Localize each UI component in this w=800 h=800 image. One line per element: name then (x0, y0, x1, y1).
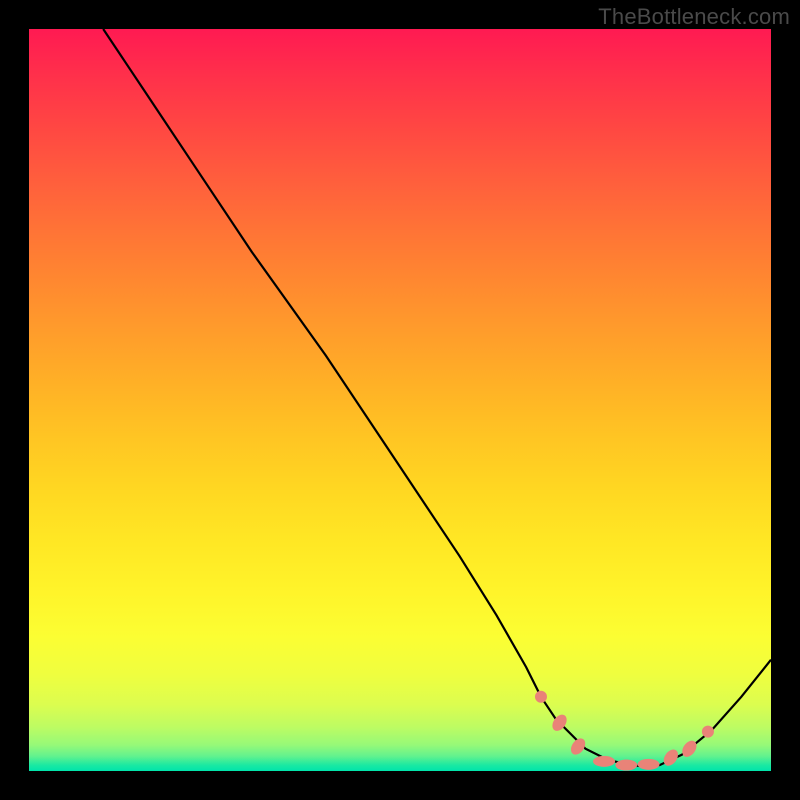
marker-point (679, 738, 699, 760)
curve-markers (535, 691, 714, 771)
curve-line (103, 29, 771, 767)
marker-point (702, 726, 714, 738)
marker-point (615, 760, 637, 771)
chart-container: TheBottleneck.com (0, 0, 800, 800)
marker-point (593, 756, 615, 767)
marker-point (638, 759, 660, 770)
marker-point (535, 691, 547, 703)
watermark-text: TheBottleneck.com (598, 4, 790, 30)
curve-svg (29, 29, 771, 771)
marker-point (568, 736, 588, 758)
plot-area (29, 29, 771, 771)
